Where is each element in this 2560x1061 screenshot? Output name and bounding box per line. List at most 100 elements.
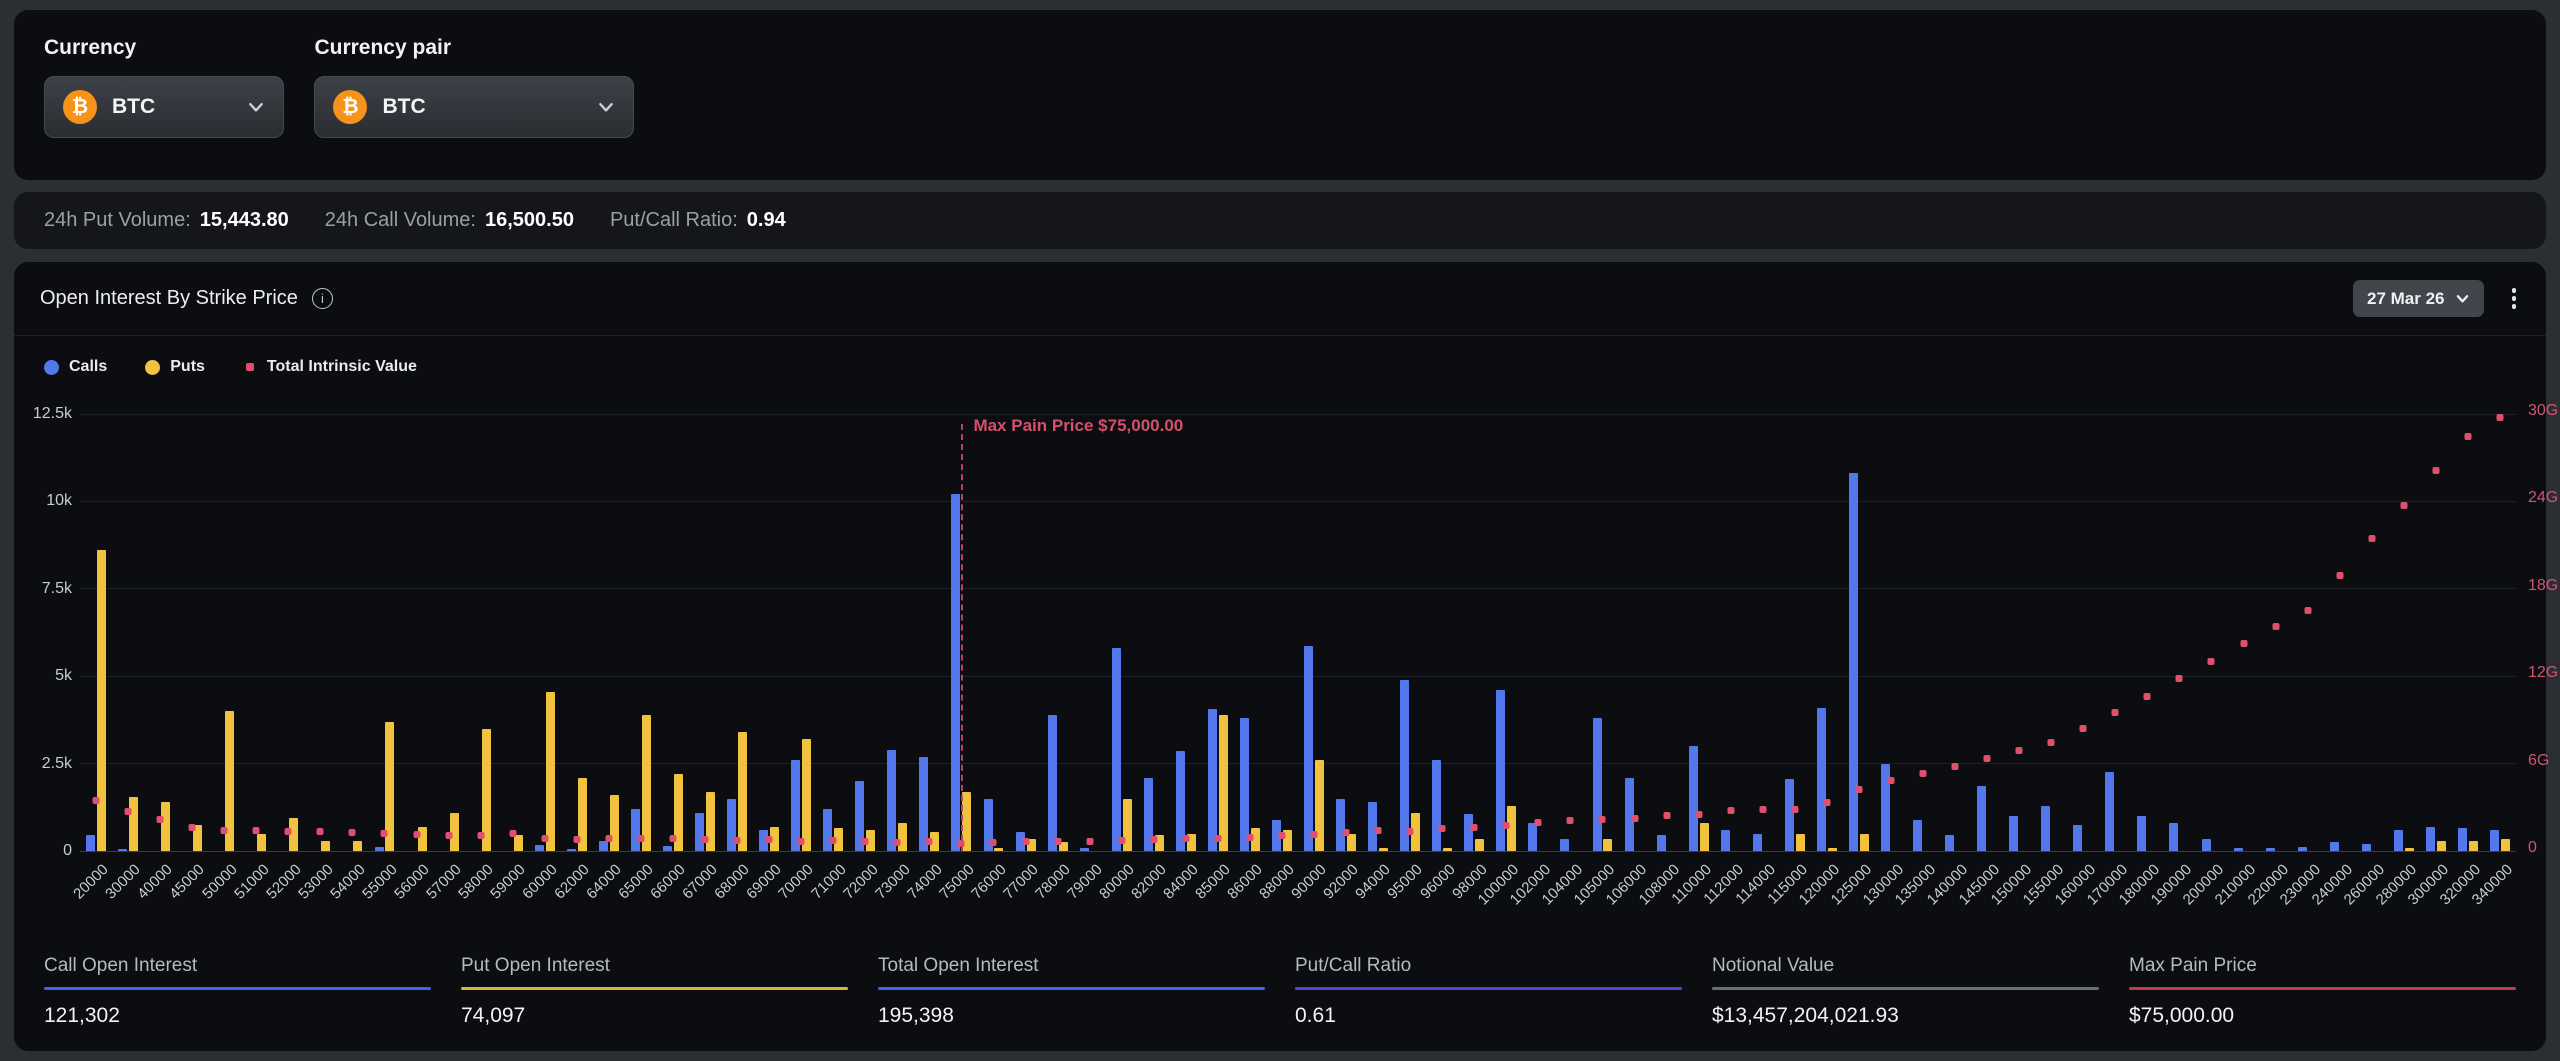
intrinsic-value-dot[interactable] [1663,812,1670,819]
put-bar[interactable] [1796,834,1805,851]
put-bar[interactable] [514,835,523,851]
intrinsic-value-dot[interactable] [1150,836,1157,843]
put-bar[interactable] [2437,841,2446,851]
strike-slot-155000[interactable]: 155000 [2035,414,2067,851]
intrinsic-value-dot[interactable] [1984,755,1991,762]
intrinsic-value-dot[interactable] [1759,806,1766,813]
intrinsic-value-dot[interactable] [1920,770,1927,777]
intrinsic-value-dot[interactable] [1054,838,1061,845]
call-bar[interactable] [1432,760,1441,851]
currency-pair-select[interactable]: ₿ BTC [314,76,634,138]
call-bar[interactable] [86,835,95,851]
intrinsic-value-dot[interactable] [669,835,676,842]
strike-slot-106000[interactable]: 106000 [1619,414,1651,851]
put-bar[interactable] [1860,834,1869,851]
strike-slot-260000[interactable]: 260000 [2356,414,2388,851]
intrinsic-value-dot[interactable] [221,827,228,834]
put-bar[interactable] [898,823,907,851]
intrinsic-value-dot[interactable] [2400,502,2407,509]
call-bar[interactable] [375,847,384,851]
currency-select[interactable]: ₿ BTC [44,76,284,138]
call-bar[interactable] [2298,847,2307,851]
strike-slot-105000[interactable]: 105000 [1586,414,1618,851]
intrinsic-value-dot[interactable] [2464,433,2471,440]
call-bar[interactable] [1593,718,1602,851]
intrinsic-value-dot[interactable] [2240,640,2247,647]
call-bar[interactable] [1913,820,1922,851]
strike-slot-54000[interactable]: 54000 [336,414,368,851]
strike-slot-90000[interactable]: 90000 [1298,414,1330,851]
intrinsic-value-dot[interactable] [1343,829,1350,836]
intrinsic-value-dot[interactable] [1086,838,1093,845]
call-bar[interactable] [1977,786,1986,851]
call-bar[interactable] [1721,830,1730,851]
call-bar[interactable] [2362,844,2371,851]
put-bar[interactable] [1603,839,1612,851]
put-bar[interactable] [97,550,106,851]
strike-slot-66000[interactable]: 66000 [657,414,689,851]
strike-slot-240000[interactable]: 240000 [2324,414,2356,851]
call-bar[interactable] [1785,779,1794,851]
put-bar[interactable] [1828,848,1837,851]
intrinsic-value-dot[interactable] [1952,763,1959,770]
call-bar[interactable] [919,757,928,851]
intrinsic-value-dot[interactable] [734,837,741,844]
more-options-icon[interactable] [2508,284,2521,313]
intrinsic-value-dot[interactable] [2368,535,2375,542]
intrinsic-value-dot[interactable] [125,808,132,815]
put-bar[interactable] [1443,848,1452,851]
put-bar[interactable] [129,797,138,851]
call-bar[interactable] [1112,648,1121,851]
intrinsic-value-dot[interactable] [2080,725,2087,732]
put-bar[interactable] [1347,834,1356,851]
put-bar[interactable] [2501,839,2510,851]
strike-slot-73000[interactable]: 73000 [881,414,913,851]
call-bar[interactable] [823,809,832,851]
put-bar[interactable] [642,715,651,851]
call-bar[interactable] [2330,842,2339,851]
strike-slot-104000[interactable]: 104000 [1554,414,1586,851]
strike-slot-57000[interactable]: 57000 [433,414,465,851]
intrinsic-value-dot[interactable] [830,837,837,844]
intrinsic-value-dot[interactable] [157,816,164,823]
call-bar[interactable] [1849,473,1858,851]
strike-slot-77000[interactable]: 77000 [1010,414,1042,851]
call-bar[interactable] [1689,746,1698,851]
strike-slot-74000[interactable]: 74000 [913,414,945,851]
strike-slot-20000[interactable]: 20000 [80,414,112,851]
intrinsic-value-dot[interactable] [862,838,869,845]
strike-slot-84000[interactable]: 84000 [1170,414,1202,851]
call-bar[interactable] [1080,848,1089,851]
put-bar[interactable] [1379,848,1388,851]
strike-slot-210000[interactable]: 210000 [2228,414,2260,851]
strike-slot-170000[interactable]: 170000 [2099,414,2131,851]
put-bar[interactable] [321,841,330,851]
intrinsic-value-dot[interactable] [253,827,260,834]
intrinsic-value-dot[interactable] [2304,607,2311,614]
strike-slot-65000[interactable]: 65000 [625,414,657,851]
strike-slot-102000[interactable]: 102000 [1522,414,1554,851]
call-bar[interactable] [2137,816,2146,851]
strike-slot-130000[interactable]: 130000 [1875,414,1907,851]
strike-slot-125000[interactable]: 125000 [1843,414,1875,851]
intrinsic-value-dot[interactable] [1503,822,1510,829]
intrinsic-value-dot[interactable] [1182,835,1189,842]
intrinsic-value-dot[interactable] [1214,835,1221,842]
intrinsic-value-dot[interactable] [894,839,901,846]
strike-slot-108000[interactable]: 108000 [1651,414,1683,851]
put-bar[interactable] [738,732,747,851]
strike-slot-86000[interactable]: 86000 [1234,414,1266,851]
strike-slot-51000[interactable]: 51000 [240,414,272,851]
strike-slot-71000[interactable]: 71000 [817,414,849,851]
strike-slot-64000[interactable]: 64000 [593,414,625,851]
call-bar[interactable] [1753,834,1762,851]
strike-slot-69000[interactable]: 69000 [753,414,785,851]
call-bar[interactable] [2234,848,2243,851]
intrinsic-value-dot[interactable] [1695,811,1702,818]
intrinsic-value-dot[interactable] [413,831,420,838]
strike-slot-68000[interactable]: 68000 [721,414,753,851]
intrinsic-value-dot[interactable] [2208,658,2215,665]
intrinsic-value-dot[interactable] [381,830,388,837]
put-bar[interactable] [610,795,619,851]
strike-slot-98000[interactable]: 98000 [1458,414,1490,851]
